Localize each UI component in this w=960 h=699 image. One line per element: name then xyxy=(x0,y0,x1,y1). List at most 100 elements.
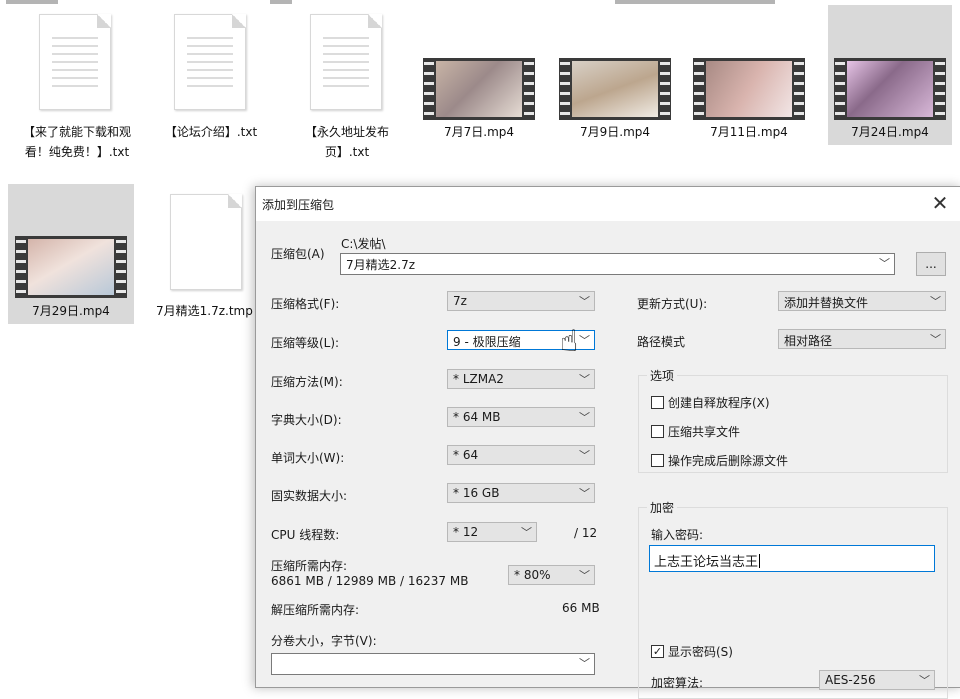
dialog-titlebar: 添加到压缩包 ✕ xyxy=(256,187,960,221)
file-item[interactable]: 【来了就能下载和观看！纯免费！】.txt xyxy=(18,10,136,180)
chevron-down-icon: ﹀ xyxy=(930,295,941,308)
path-mode-value: 相对路径 xyxy=(784,334,833,348)
cpu-select[interactable]: * 12 ﹀ xyxy=(447,522,537,542)
method-label: 压缩方法(M): xyxy=(271,375,343,389)
enc-method-value: AES-256 xyxy=(825,673,876,687)
format-select[interactable]: 7z ﹀ xyxy=(447,291,595,311)
password-value: 上志王论坛当志王 xyxy=(654,551,761,570)
format-value: 7z xyxy=(453,294,467,308)
update-select[interactable]: 添加并替换文件 ﹀ xyxy=(778,291,946,311)
split-label: 分卷大小，字节(V): xyxy=(271,634,377,648)
chevron-down-icon: ﹀ xyxy=(930,333,941,346)
dict-value: * 64 MB xyxy=(453,410,501,424)
delete-source-label: 操作完成后删除源文件 xyxy=(668,454,789,468)
options-group: 选项 创建自释放程序(X) 压缩共享文件 操作完成后删除源文件 xyxy=(638,367,948,473)
file-name: 7月9日.mp4 xyxy=(579,125,651,139)
video-thumbnail-icon xyxy=(693,58,805,120)
shared-files-label: 压缩共享文件 xyxy=(668,425,741,439)
path-mode-select[interactable]: 相对路径 ﹀ xyxy=(778,329,946,349)
mem-percent-value: * 80% xyxy=(514,568,551,582)
close-icon[interactable]: ✕ xyxy=(927,191,953,217)
show-password-label: 显示密码(S) xyxy=(668,645,733,659)
cpu-total: / 12 xyxy=(574,526,598,540)
dict-label: 字典大小(D): xyxy=(271,413,342,427)
file-name: 7月29日.mp4 xyxy=(32,304,110,318)
chevron-down-icon: ﹀ xyxy=(579,487,590,500)
cpu-value: * 12 xyxy=(453,525,479,539)
update-value: 添加并替换文件 xyxy=(784,296,869,310)
split-size-combo[interactable]: ﹀ xyxy=(271,653,595,675)
file-item[interactable]: 【永久地址发布页】.txt xyxy=(288,10,406,160)
text-file-icon xyxy=(174,14,246,110)
format-label: 压缩格式(F): xyxy=(271,297,340,311)
dict-select[interactable]: * 64 MB ﹀ xyxy=(447,407,595,427)
file-name: 7月7日.mp4 xyxy=(443,125,515,139)
file-item[interactable]: 7月精选1.7z.tmp xyxy=(150,184,268,324)
file-name: 7月24日.mp4 xyxy=(851,125,929,139)
method-select[interactable]: * LZMA2 ﹀ xyxy=(447,369,595,389)
password-input[interactable]: 上志王论坛当志王 xyxy=(649,545,935,572)
sfx-checkbox[interactable]: 创建自释放程序(X) xyxy=(651,394,770,411)
mem-detail: 6861 MB / 12989 MB / 16237 MB xyxy=(271,574,469,588)
chevron-down-icon: ﹀ xyxy=(579,411,590,424)
delete-source-checkbox[interactable]: 操作完成后删除源文件 xyxy=(651,452,788,469)
sfx-label: 创建自释放程序(X) xyxy=(668,396,770,410)
enc-method-select[interactable]: AES-256 ﹀ xyxy=(819,670,935,690)
file-name: 7月精选1.7z.tmp xyxy=(156,304,253,318)
file-item[interactable]: 7月7日.mp4 xyxy=(420,10,538,150)
chevron-down-icon: ﹀ xyxy=(521,526,532,539)
file-item[interactable]: 7月24日.mp4 xyxy=(828,5,952,145)
cropped-text xyxy=(615,0,775,4)
archive-name-value: 7月精选2.7z xyxy=(346,258,416,272)
method-value: * LZMA2 xyxy=(453,372,504,386)
solid-select[interactable]: * 16 GB ﹀ xyxy=(447,483,595,503)
archive-path: C:\发帖\ xyxy=(341,237,386,251)
file-item[interactable]: 【论坛介绍】.txt xyxy=(152,10,270,150)
encryption-group: 加密 输入密码: 上志王论坛当志王 ✓ 显示密码(S) 加密算法: AES-25… xyxy=(638,499,948,699)
encryption-title: 加密 xyxy=(647,499,678,516)
temp-file-icon xyxy=(170,194,242,290)
word-value: * 64 xyxy=(453,448,479,462)
checkbox-box[interactable] xyxy=(651,425,664,438)
cropped-text xyxy=(6,0,58,4)
archive-name-combo[interactable]: 7月精选2.7z ﹀ xyxy=(340,253,895,275)
text-file-icon xyxy=(310,14,382,110)
show-password-checkbox[interactable]: ✓ 显示密码(S) xyxy=(651,643,733,660)
options-title: 选项 xyxy=(647,367,678,384)
path-mode-label: 路径模式 xyxy=(637,335,686,349)
level-value: 9 - 极限压缩 xyxy=(453,335,521,349)
shared-files-checkbox[interactable]: 压缩共享文件 xyxy=(651,423,740,440)
chevron-down-icon[interactable]: ﹀ xyxy=(879,255,890,271)
checkbox-box[interactable] xyxy=(651,396,664,409)
hand-cursor-icon: ☝ xyxy=(560,324,579,359)
password-text: 上志王论坛当志王 xyxy=(654,555,759,570)
add-to-archive-dialog: 添加到压缩包 ✕ 压缩包(A) C:\发帖\ 7月精选2.7z ﹀ ... 压缩… xyxy=(255,186,960,699)
video-thumbnail-icon xyxy=(423,58,535,120)
solid-value: * 16 GB xyxy=(453,486,500,500)
archive-label: 压缩包(A) xyxy=(271,247,325,261)
mem-label: 压缩所需内存: xyxy=(271,559,348,573)
video-thumbnail-icon xyxy=(15,236,127,298)
dialog-title: 添加到压缩包 xyxy=(262,198,335,212)
chevron-down-icon: ﹀ xyxy=(579,373,590,386)
mem-percent-select[interactable]: * 80% ﹀ xyxy=(508,565,595,585)
password-label: 输入密码: xyxy=(651,528,704,542)
file-name: 【论坛介绍】.txt xyxy=(164,125,258,139)
checkbox-checked-icon[interactable]: ✓ xyxy=(651,645,664,658)
enc-method-label: 加密算法: xyxy=(651,676,704,690)
update-label: 更新方式(U): xyxy=(637,297,708,311)
chevron-down-icon[interactable]: ﹀ xyxy=(579,655,590,671)
chevron-down-icon: ﹀ xyxy=(579,569,590,582)
file-item[interactable]: 7月29日.mp4 xyxy=(8,184,134,324)
browse-button[interactable]: ... xyxy=(916,252,946,276)
chevron-down-icon: ﹀ xyxy=(579,334,590,347)
file-name: 7月11日.mp4 xyxy=(710,125,788,139)
video-thumbnail-icon xyxy=(834,58,946,120)
word-select[interactable]: * 64 ﹀ xyxy=(447,445,595,465)
decomp-label: 解压缩所需内存: xyxy=(271,603,360,617)
file-item[interactable]: 7月9日.mp4 xyxy=(556,10,674,150)
solid-label: 固实数据大小: xyxy=(271,489,348,503)
file-item[interactable]: 7月11日.mp4 xyxy=(690,10,808,150)
video-thumbnail-icon xyxy=(559,58,671,120)
checkbox-box[interactable] xyxy=(651,454,664,467)
